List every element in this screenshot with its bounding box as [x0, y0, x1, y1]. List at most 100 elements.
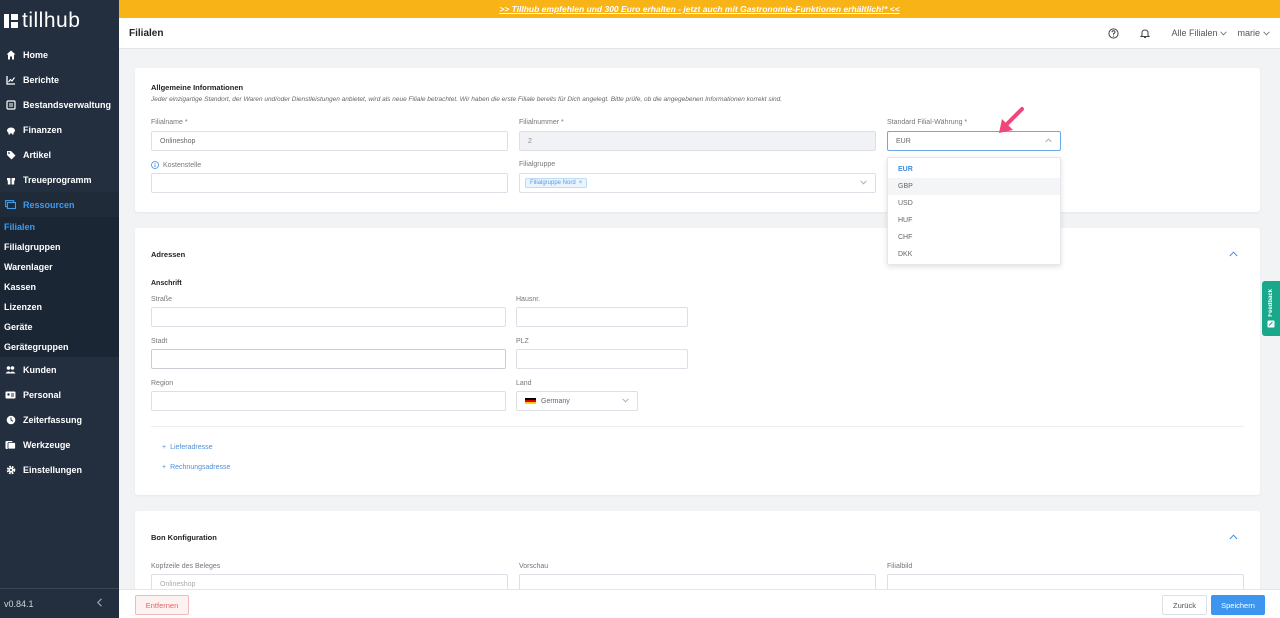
chevron-down-icon	[622, 398, 629, 403]
feedback-icon	[1267, 320, 1275, 328]
city-label: Stadt	[151, 338, 168, 345]
receipt-header-field[interactable]: Onlineshop	[151, 574, 508, 589]
branch-group-select[interactable]: Filialgruppe Nord ×	[519, 173, 876, 193]
country-label: Land	[516, 380, 532, 387]
sidebar-item-label: Berichte	[23, 74, 60, 85]
sidebar-item-kunden[interactable]: Kunden	[0, 357, 119, 382]
home-icon	[5, 49, 16, 60]
sidebar-item-label: Treueprogramm	[23, 174, 92, 185]
sidebar-subitem-lizenzen[interactable]: Lizenzen	[0, 297, 119, 317]
sidebar-subitem-geraete[interactable]: Geräte	[0, 317, 119, 337]
receipt-header-label: Kopfzeile des Beleges	[151, 563, 221, 570]
tools-icon	[5, 439, 16, 450]
currency-dropdown: EUR GBP USD HUF CHF DKK	[887, 157, 1061, 265]
region-field[interactable]	[151, 391, 506, 411]
sidebar-item-treueprogramm[interactable]: Treueprogramm	[0, 167, 119, 192]
receipt-config-title: Bon Konfiguration	[151, 533, 217, 542]
page-title: Filialen	[129, 27, 164, 39]
branch-number-label: Filialnummer *	[519, 119, 564, 126]
street-field[interactable]	[151, 307, 506, 327]
sidebar-item-label: Zeiterfassung	[23, 414, 83, 425]
country-select[interactable]: Germany	[516, 391, 638, 411]
city-field[interactable]	[151, 349, 506, 369]
currency-option-huf[interactable]: HUF	[888, 212, 1060, 229]
info-icon[interactable]	[151, 161, 159, 169]
branch-select-label: Alle Filialen	[1171, 28, 1218, 38]
logo-text: tillhub	[22, 9, 81, 32]
currency-option-dkk[interactable]: DKK	[888, 246, 1060, 263]
zip-field[interactable]	[516, 349, 688, 369]
house-number-field[interactable]	[516, 307, 688, 327]
address-section-title: Anschrift	[151, 280, 182, 287]
branch-name-value: Onlineshop	[160, 137, 196, 145]
sidebar-subitem-kassen[interactable]: Kassen	[0, 277, 119, 297]
currency-option-gbp[interactable]: GBP	[888, 178, 1060, 195]
currency-option-chf[interactable]: CHF	[888, 229, 1060, 246]
add-delivery-address-link[interactable]: + Lieferadresse	[162, 444, 213, 451]
logo[interactable]: tillhub	[0, 0, 119, 42]
preview-label: Vorschau	[519, 563, 549, 570]
branch-group-tag-label: Filialgruppe Nord	[530, 180, 576, 186]
sidebar-item-artikel[interactable]: Artikel	[0, 142, 119, 167]
sidebar-subitem-warenlager[interactable]: Warenlager	[0, 257, 119, 277]
close-icon[interactable]: ×	[579, 180, 583, 186]
branch-name-label: Filialname *	[151, 119, 188, 126]
chevron-down-icon	[860, 180, 867, 185]
receipt-header-placeholder: Onlineshop	[160, 580, 196, 588]
currency-option-eur[interactable]: EUR	[888, 161, 1060, 178]
inventory-icon	[5, 99, 16, 110]
sidebar-subitem-filialen[interactable]: Filialen	[0, 217, 119, 237]
currency-option-usd[interactable]: USD	[888, 195, 1060, 212]
sidebar-item-personal[interactable]: Personal	[0, 382, 119, 407]
general-info-card: Allgemeine Informationen Jeder einzigart…	[135, 68, 1260, 212]
street-label: Straße	[151, 296, 173, 303]
germany-flag-icon	[525, 397, 536, 405]
sidebar-item-ressourcen[interactable]: Ressourcen	[0, 192, 119, 217]
sidebar-item-label: Home	[23, 49, 49, 60]
sidebar-subitem-filialgruppen[interactable]: Filialgruppen	[0, 237, 119, 257]
sidebar: tillhub Home Berichte Bestandsverwaltung…	[0, 0, 119, 618]
sidebar-item-label: Werkzeuge	[23, 439, 71, 450]
bell-icon[interactable]	[1135, 28, 1155, 39]
gear-icon	[5, 464, 16, 475]
add-billing-address-link[interactable]: + Rechnungsadresse	[162, 464, 230, 471]
sidebar-item-berichte[interactable]: Berichte	[0, 67, 119, 92]
collapse-sidebar-icon[interactable]	[96, 598, 103, 609]
divider	[151, 426, 1244, 427]
country-value: Germany	[541, 397, 570, 405]
sidebar-item-label: Artikel	[23, 149, 52, 160]
version-label: v0.84.1	[4, 598, 34, 609]
sidebar-item-home[interactable]: Home	[0, 42, 119, 67]
sidebar-subitem-geraetegruppen[interactable]: Gerätegruppen	[0, 337, 119, 357]
feedback-tab[interactable]: Feedback	[1262, 281, 1280, 336]
monitor-icon	[5, 199, 16, 210]
plus-icon: +	[162, 464, 167, 471]
branch-image-upload[interactable]	[887, 574, 1244, 589]
main-content: Allgemeine Informationen Jeder einzigart…	[119, 50, 1280, 589]
branch-select[interactable]: Alle Filialen	[1171, 28, 1228, 38]
collapse-chevron-icon[interactable]	[1229, 251, 1238, 257]
save-button[interactable]: Speichern	[1211, 595, 1265, 615]
chevron-down-icon	[1263, 30, 1270, 35]
cost-center-field[interactable]	[151, 173, 508, 193]
remove-button[interactable]: Entfernen	[135, 595, 189, 615]
footer-bar: Entfernen Zurück Speichern	[119, 589, 1280, 618]
help-icon[interactable]	[1103, 27, 1123, 39]
collapse-chevron-icon[interactable]	[1229, 534, 1238, 540]
sidebar-item-zeiterfassung[interactable]: Zeiterfassung	[0, 407, 119, 432]
cost-center-label-row: Kostenstelle	[151, 161, 201, 169]
sidebar-item-werkzeuge[interactable]: Werkzeuge	[0, 432, 119, 457]
user-menu[interactable]: marie	[1237, 28, 1270, 38]
add-billing-address-label: Rechnungsadresse	[170, 464, 231, 471]
plus-icon: +	[162, 444, 167, 451]
currency-select[interactable]: EUR	[887, 131, 1061, 151]
back-button[interactable]: Zurück	[1162, 595, 1207, 615]
promo-banner-link[interactable]: >> Tillhub empfehlen und 300 Euro erhalt…	[499, 4, 899, 14]
sidebar-item-bestandsverwaltung[interactable]: Bestandsverwaltung	[0, 92, 119, 117]
sidebar-item-einstellungen[interactable]: Einstellungen	[0, 457, 119, 482]
sidebar-item-finanzen[interactable]: Finanzen	[0, 117, 119, 142]
branch-name-field[interactable]: Onlineshop	[151, 131, 508, 151]
promo-banner: >> Tillhub empfehlen und 300 Euro erhalt…	[119, 0, 1280, 18]
sidebar-item-label: Finanzen	[23, 124, 63, 135]
chart-icon	[5, 74, 16, 85]
